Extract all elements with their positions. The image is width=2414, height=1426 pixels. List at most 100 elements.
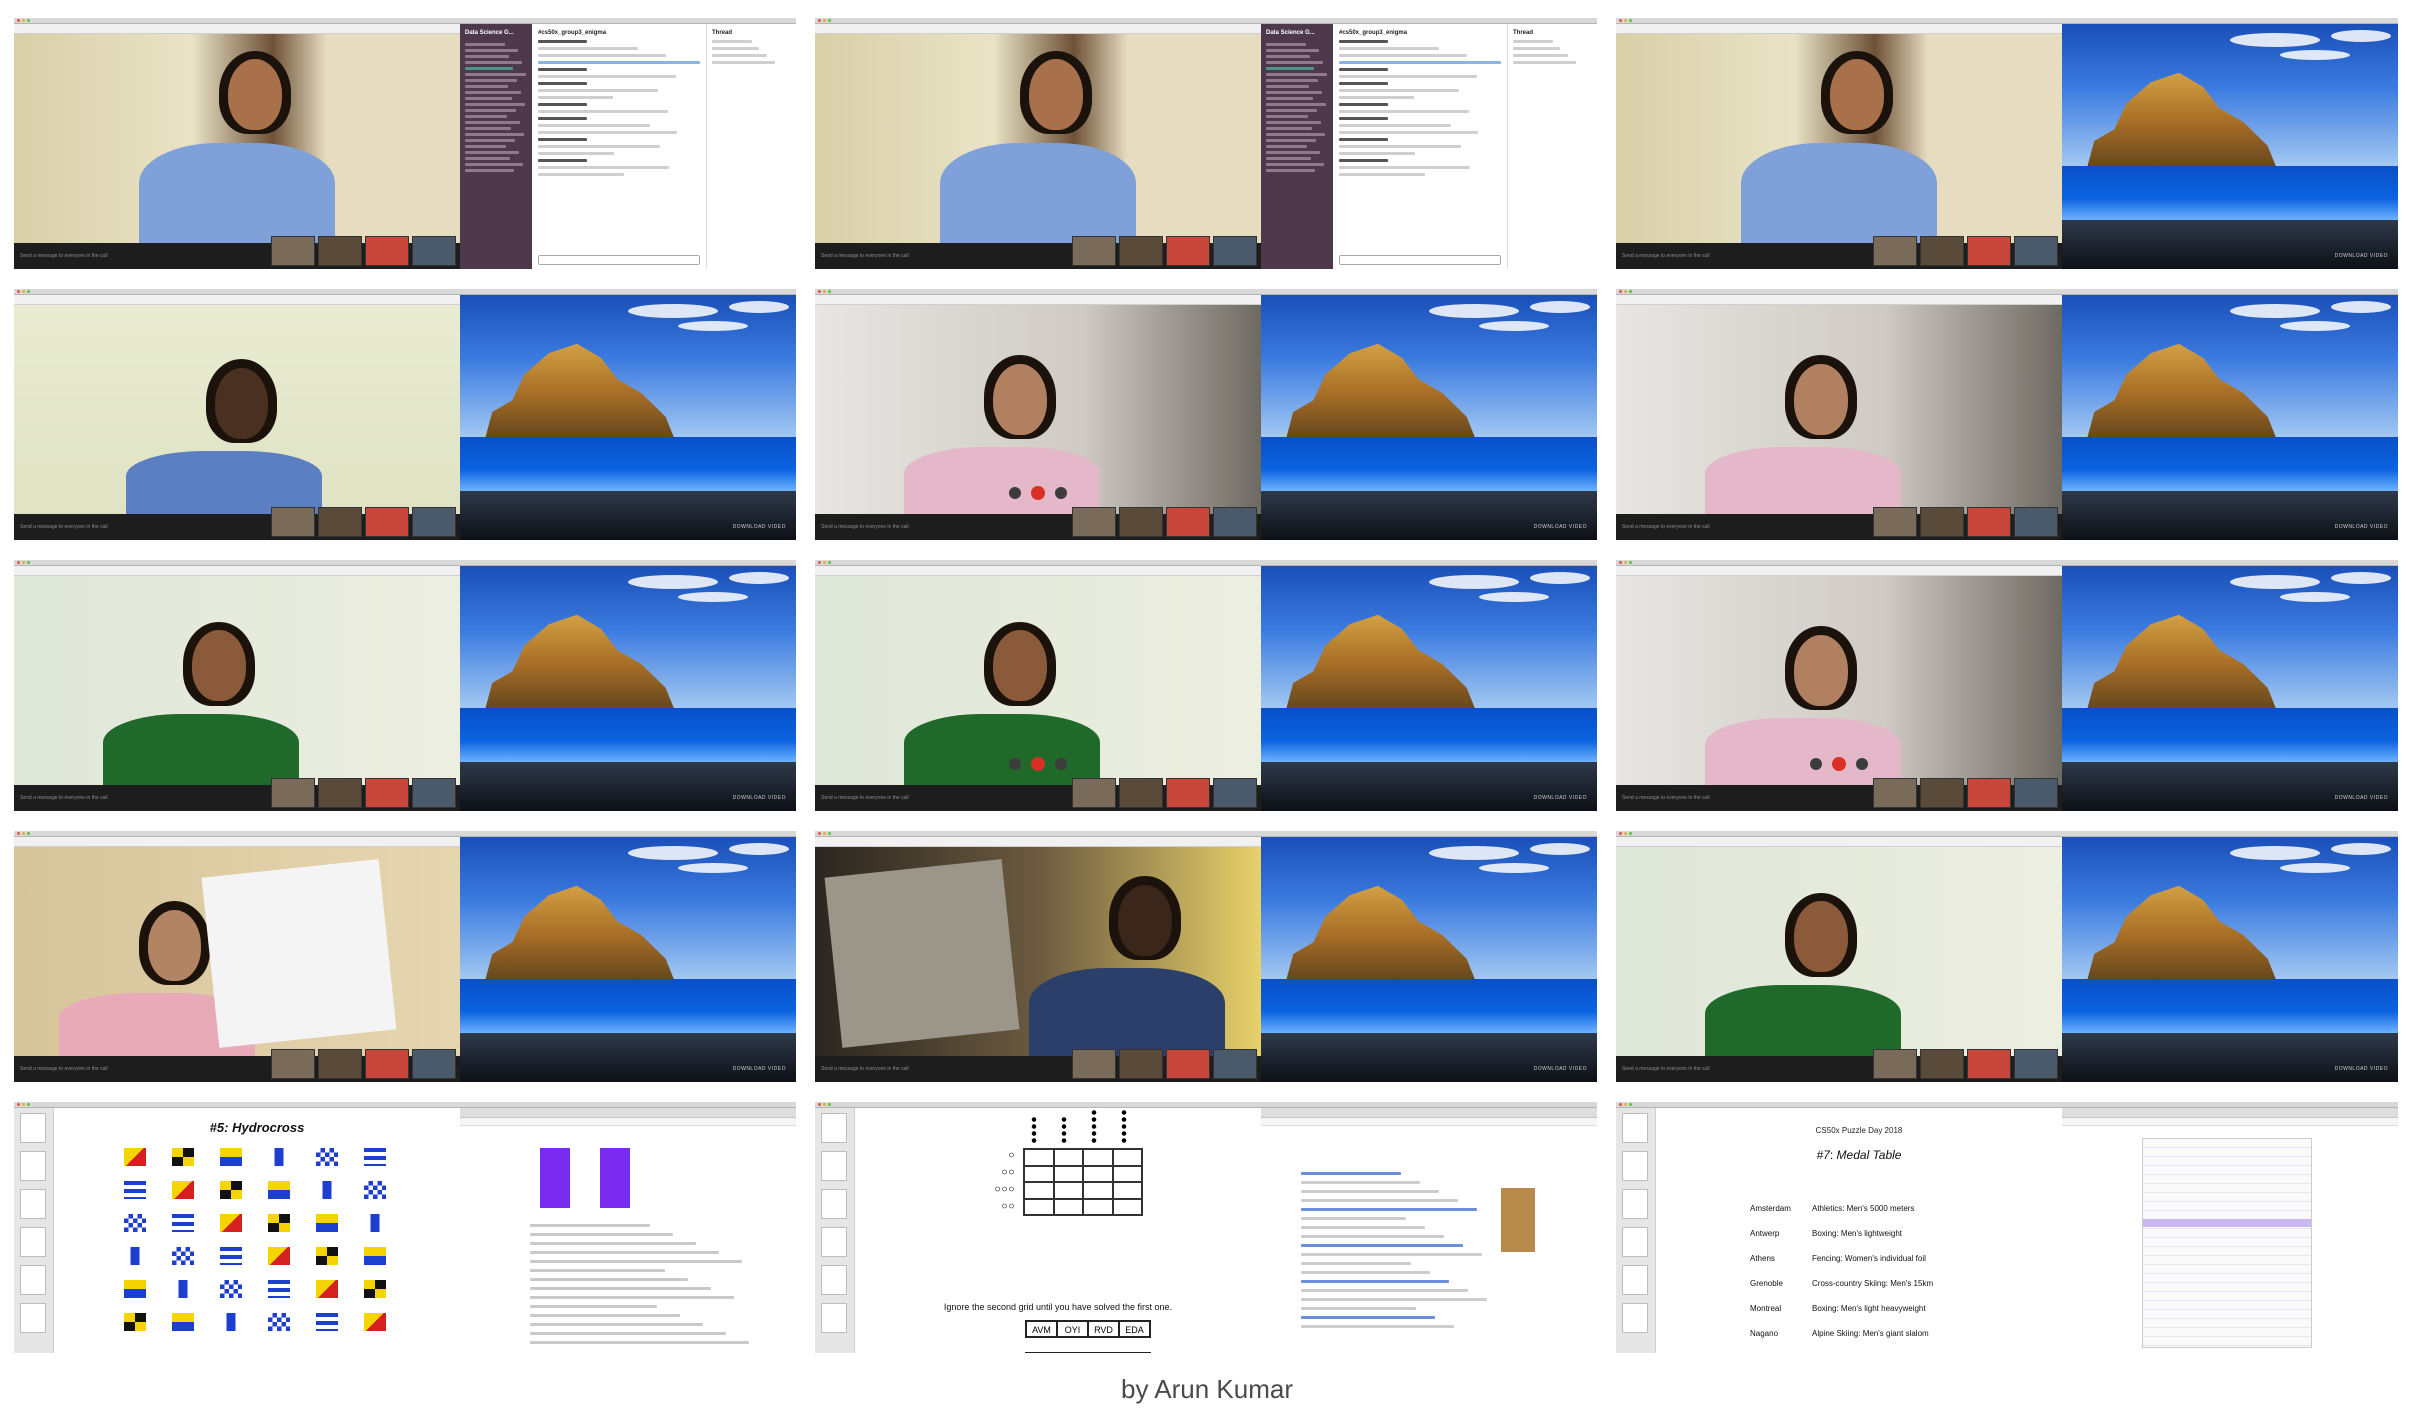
window-control-y[interactable]: [22, 561, 25, 564]
slack-channel-item[interactable]: [465, 49, 518, 52]
slack-channel-item[interactable]: [1266, 169, 1315, 172]
participant-thumbnail[interactable]: [1213, 236, 1257, 266]
participant-thumbnail[interactable]: [1072, 507, 1116, 537]
participant-thumbnail[interactable]: [318, 236, 362, 266]
address-bar[interactable]: [815, 24, 1261, 34]
window-control-g[interactable]: [27, 290, 30, 293]
slack-channel-item[interactable]: [465, 61, 522, 64]
chat-input[interactable]: Send a message to everyone in the call: [1622, 1066, 1710, 1072]
slack-channel-item[interactable]: [1266, 61, 1323, 64]
slack-channel-item[interactable]: [1266, 103, 1326, 106]
participant-thumbnail[interactable]: [2014, 507, 2058, 537]
window-control-y[interactable]: [1624, 19, 1627, 22]
window-control-r[interactable]: [818, 19, 821, 22]
participant-thumbnail[interactable]: [1873, 236, 1917, 266]
slack-channel-item[interactable]: [1266, 157, 1311, 160]
participant-thumbnail[interactable]: [1072, 1049, 1116, 1079]
window-control-r[interactable]: [17, 832, 20, 835]
window-control-r[interactable]: [1619, 19, 1622, 22]
download-video-button[interactable]: DOWNLOAD VIDEO: [2335, 524, 2388, 530]
window-control-r[interactable]: [818, 832, 821, 835]
slack-channel-item[interactable]: [1266, 109, 1317, 112]
browser-tab-strip[interactable]: [2062, 1108, 2398, 1118]
participant-thumbnail[interactable]: [271, 1049, 315, 1079]
window-control-g[interactable]: [1629, 290, 1632, 293]
page-thumbnail[interactable]: [20, 1113, 46, 1143]
page-thumbnail[interactable]: [20, 1265, 46, 1295]
chat-input[interactable]: Send a message to everyone in the call: [1622, 524, 1710, 530]
chat-input[interactable]: Send a message to everyone in the call: [1622, 795, 1710, 801]
page-thumbnail[interactable]: [821, 1227, 847, 1257]
page-thumbnail[interactable]: [821, 1265, 847, 1295]
participant-thumbnail[interactable]: [1967, 236, 2011, 266]
chat-input[interactable]: Send a message to everyone in the call: [821, 524, 909, 530]
participant-thumbnail[interactable]: [271, 507, 315, 537]
slack-channel-item[interactable]: [1266, 139, 1316, 142]
download-video-button[interactable]: DOWNLOAD VIDEO: [733, 795, 786, 801]
slack-channel-item[interactable]: [1266, 127, 1312, 130]
participant-thumbnail[interactable]: [365, 507, 409, 537]
slack-team-name[interactable]: Data Science G...: [1266, 30, 1328, 36]
address-bar[interactable]: [14, 566, 460, 576]
mic-icon[interactable]: [1810, 758, 1822, 770]
address-bar[interactable]: [1616, 566, 2062, 576]
window-control-y[interactable]: [22, 832, 25, 835]
window-control-r[interactable]: [1619, 290, 1622, 293]
page-thumbnail[interactable]: [1622, 1113, 1648, 1143]
participant-thumbnail[interactable]: [412, 236, 456, 266]
chat-input[interactable]: Send a message to everyone in the call: [821, 795, 909, 801]
page-thumbnail[interactable]: [20, 1227, 46, 1257]
browser-tab-strip[interactable]: [1261, 1108, 1597, 1118]
download-video-button[interactable]: DOWNLOAD VIDEO: [2335, 1066, 2388, 1072]
slack-channel-item[interactable]: [465, 109, 516, 112]
page-thumbnail[interactable]: [20, 1189, 46, 1219]
participant-thumbnail[interactable]: [1967, 778, 2011, 808]
slack-channel-item[interactable]: [465, 115, 507, 118]
address-bar[interactable]: [14, 24, 460, 34]
slack-channel-item[interactable]: [465, 127, 511, 130]
end-call-icon[interactable]: [1031, 486, 1045, 500]
slack-team-name[interactable]: Data Science G...: [465, 30, 527, 36]
window-control-y[interactable]: [823, 832, 826, 835]
browser-tab-strip[interactable]: [460, 1108, 796, 1118]
window-control-y[interactable]: [1624, 832, 1627, 835]
window-control-r[interactable]: [17, 19, 20, 22]
end-call-icon[interactable]: [1832, 757, 1846, 771]
participant-thumbnail[interactable]: [365, 778, 409, 808]
window-control-g[interactable]: [828, 1103, 831, 1106]
slack-channel-item[interactable]: [1266, 115, 1308, 118]
address-bar[interactable]: [815, 295, 1261, 305]
page-thumbnail[interactable]: [1622, 1227, 1648, 1257]
browser-address-bar[interactable]: [1261, 1118, 1597, 1126]
slack-channel-item[interactable]: [1266, 55, 1310, 58]
address-bar[interactable]: [1616, 24, 2062, 34]
slack-channel-item[interactable]: [1266, 151, 1320, 154]
address-bar[interactable]: [1616, 295, 2062, 305]
participant-thumbnail[interactable]: [1967, 1049, 2011, 1079]
participant-thumbnail[interactable]: [1920, 1049, 1964, 1079]
slack-channel-item[interactable]: [1266, 67, 1314, 70]
download-video-button[interactable]: DOWNLOAD VIDEO: [2335, 253, 2388, 259]
participant-thumbnail[interactable]: [1920, 236, 1964, 266]
participant-thumbnail[interactable]: [1119, 778, 1163, 808]
participant-thumbnail[interactable]: [1119, 236, 1163, 266]
download-video-button[interactable]: DOWNLOAD VIDEO: [733, 1066, 786, 1072]
chat-input[interactable]: Send a message to everyone in the call: [20, 253, 108, 259]
window-control-g[interactable]: [1629, 1103, 1632, 1106]
window-control-y[interactable]: [1624, 290, 1627, 293]
page-thumbnail[interactable]: [821, 1113, 847, 1143]
window-control-g[interactable]: [27, 19, 30, 22]
slack-channel-item[interactable]: [465, 163, 523, 166]
participant-thumbnail[interactable]: [2014, 236, 2058, 266]
camera-icon[interactable]: [1055, 758, 1067, 770]
participant-thumbnail[interactable]: [365, 236, 409, 266]
slack-channel-item[interactable]: [465, 145, 506, 148]
slack-channel-item[interactable]: [465, 97, 512, 100]
download-video-button[interactable]: DOWNLOAD VIDEO: [1534, 524, 1587, 530]
page-thumbnail[interactable]: [20, 1303, 46, 1333]
page-thumbnail[interactable]: [821, 1303, 847, 1333]
window-control-r[interactable]: [1619, 1103, 1622, 1106]
slack-channel-item[interactable]: [465, 43, 505, 46]
chat-input[interactable]: Send a message to everyone in the call: [20, 1066, 108, 1072]
participant-thumbnail[interactable]: [1166, 236, 1210, 266]
